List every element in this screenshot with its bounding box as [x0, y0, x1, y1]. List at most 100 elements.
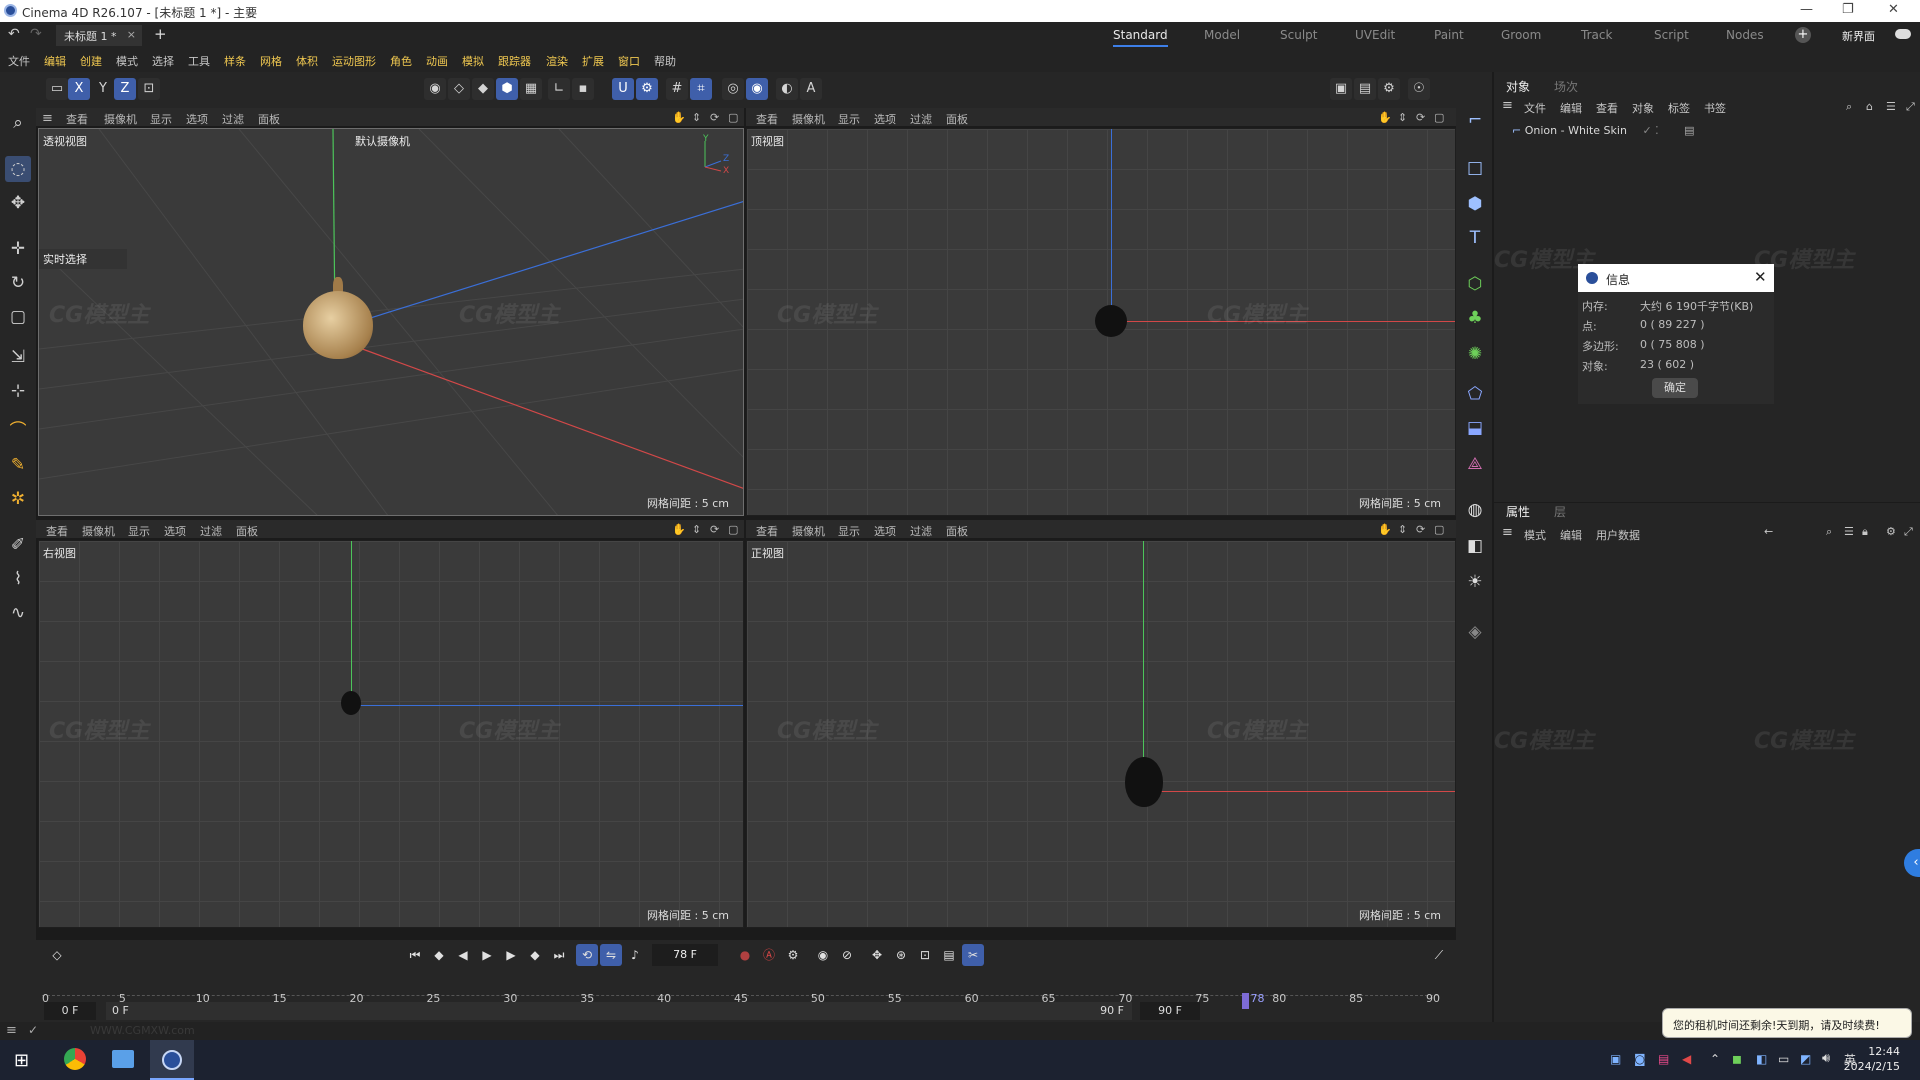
menu-create[interactable]: 创建 [80, 53, 102, 69]
menu-tools[interactable]: 工具 [188, 53, 210, 69]
edges-mode-icon[interactable]: ◇ [448, 78, 470, 100]
cloner-icon[interactable]: ♣ [1463, 306, 1487, 330]
layout-tab-paint[interactable]: Paint [1434, 28, 1464, 42]
vp3-menu-display[interactable]: 显示 [128, 523, 150, 539]
menu-window[interactable]: 窗口 [618, 53, 640, 69]
add-tab-button[interactable]: + [154, 25, 167, 43]
layout-tab-nodes[interactable]: Nodes [1726, 28, 1764, 42]
tray-app-icon[interactable]: ▣ [1610, 1052, 1621, 1066]
vp2-menu-filter[interactable]: 过滤 [910, 111, 932, 127]
onion-silhouette[interactable] [1095, 305, 1127, 337]
vp1-menu-camera[interactable]: 摄像机 [104, 111, 137, 127]
visibility-icon[interactable]: ✓ ⁚ [1642, 124, 1658, 137]
tag-icon[interactable]: ◈ [1463, 620, 1487, 644]
menu-tracker[interactable]: 跟踪器 [498, 53, 531, 69]
ok-button[interactable]: 确定 [1652, 378, 1698, 398]
expand-icon[interactable]: ⤢ [1904, 525, 1913, 539]
transfer-icon[interactable]: ⇲ [5, 344, 31, 370]
lasso-icon[interactable]: ⌒ [5, 418, 31, 444]
vp4-menu-display[interactable]: 显示 [838, 523, 860, 539]
obj-menu-view[interactable]: 查看 [1596, 100, 1618, 116]
vp4-menu-filter[interactable]: 过滤 [910, 523, 932, 539]
layout-tab-sculpt[interactable]: Sculpt [1280, 28, 1317, 42]
symmetry-icon[interactable]: ◎ [722, 78, 744, 100]
menu-file[interactable]: 文件 [8, 53, 30, 69]
layout-tab-track[interactable]: Track [1581, 28, 1612, 42]
menu-edit[interactable]: 编辑 [44, 53, 66, 69]
vp4-menu-camera[interactable]: 摄像机 [792, 523, 825, 539]
orbit-icon[interactable]: ⟳ [710, 111, 719, 124]
cube-outline-icon[interactable]: □ [1463, 156, 1487, 180]
undo-icon[interactable]: ↶ [8, 26, 20, 42]
cube-icon[interactable]: ⬢ [1463, 192, 1487, 216]
pan-icon[interactable]: ✋ [672, 523, 686, 536]
orbit-icon[interactable]: ⟳ [1416, 523, 1425, 536]
render-settings-icon[interactable]: ⚙ [1378, 78, 1400, 100]
spline-icon[interactable]: ⟁ [1463, 452, 1487, 476]
maximize-button[interactable]: ❐ [1842, 2, 1854, 17]
orbit-icon[interactable]: ⟳ [710, 523, 719, 536]
brush-icon[interactable]: ✐ [5, 532, 31, 558]
hamburger-icon[interactable]: ≡ [6, 1023, 17, 1038]
vp1-menu-panel[interactable]: 面板 [258, 111, 280, 127]
playhead[interactable] [1241, 993, 1249, 1009]
menu-help[interactable]: 帮助 [654, 53, 676, 69]
range-slider[interactable]: 0 F 90 F [106, 1002, 1132, 1020]
nvidia-icon[interactable]: ◼ [1732, 1052, 1742, 1066]
effector-icon[interactable]: ✺ [1463, 342, 1487, 366]
pan-icon[interactable]: ✋ [1378, 111, 1392, 124]
vp3-menu-filter[interactable]: 过滤 [200, 523, 222, 539]
layout-tab-script[interactable]: Script [1654, 28, 1689, 42]
vp2-menu-options[interactable]: 选项 [874, 111, 896, 127]
obj-menu-tag[interactable]: 标签 [1668, 100, 1690, 116]
maximize-view-icon[interactable]: ▢ [728, 523, 738, 536]
tab-attributes[interactable]: 属性 [1506, 503, 1530, 520]
null-object-icon[interactable]: ⌐ [1463, 108, 1487, 132]
filter-icon[interactable]: ☰ [1886, 100, 1896, 113]
chrome-icon[interactable] [64, 1048, 86, 1070]
tray-app-icon[interactable]: ◀ [1682, 1052, 1691, 1066]
spline-tools-icon[interactable]: ✲ [5, 486, 31, 512]
menu-character[interactable]: 角色 [390, 53, 412, 69]
spline-pen-icon[interactable]: ✎ [5, 452, 31, 478]
filter-icon[interactable]: ☰ [1844, 525, 1854, 538]
menu-select[interactable]: 选择 [152, 53, 174, 69]
maximize-view-icon[interactable]: ▢ [1434, 523, 1444, 536]
soft-selection-icon[interactable]: ◉ [746, 78, 768, 100]
attr-menu-edit[interactable]: 编辑 [1560, 527, 1582, 543]
attr-menu-userdata[interactable]: 用户数据 [1596, 527, 1640, 543]
coordinate-icon[interactable]: ▭ [46, 78, 68, 100]
axis-mode-icon[interactable]: ∟ [548, 78, 570, 100]
add-layout-icon[interactable]: + [1795, 27, 1811, 43]
generator-icon[interactable]: ⬡ [1463, 272, 1487, 296]
hamburger-icon[interactable]: ≡ [1502, 525, 1513, 540]
home-icon[interactable]: ⌂ [1866, 100, 1873, 113]
scale-icon[interactable]: ▢ [5, 304, 31, 330]
menu-mograph[interactable]: 运动图形 [332, 53, 376, 69]
cinema4d-taskbar-button[interactable] [150, 1040, 194, 1080]
menu-spline[interactable]: 样条 [224, 53, 246, 69]
right-viewport[interactable]: 右视图 网格间距 : 5 cm CG模型主 CG模型主 [38, 540, 744, 928]
select-tool-icon[interactable]: ✥ [5, 190, 31, 216]
grid-icon[interactable]: # [666, 78, 688, 100]
maximize-view-icon[interactable]: ▢ [728, 111, 738, 124]
auto-icon[interactable]: A [800, 78, 822, 100]
menu-render[interactable]: 渲染 [546, 53, 568, 69]
render-queue-icon[interactable]: ☉ [1408, 78, 1430, 100]
volume-icon[interactable]: 🔊︎ [1822, 1051, 1830, 1066]
windows-start-icon[interactable]: ⊞ [14, 1050, 29, 1071]
layout-tab-uvedit[interactable]: UVEdit [1355, 28, 1395, 42]
tag-icon[interactable]: ▤ [1684, 124, 1694, 137]
redo-icon[interactable]: ↷ [30, 26, 42, 42]
vp3-menu-panel[interactable]: 面板 [236, 523, 258, 539]
polygons-mode-icon[interactable]: ◆ [472, 78, 494, 100]
deformer-icon[interactable]: ⬠ [1463, 382, 1487, 406]
tray-app-icon[interactable]: ◙ [1634, 1052, 1646, 1066]
obj-menu-object[interactable]: 对象 [1632, 100, 1654, 116]
environment-icon[interactable]: ◍ [1463, 498, 1487, 522]
dolly-icon[interactable]: ⇕ [1398, 523, 1407, 536]
range-start-field[interactable]: 0 F [44, 1002, 96, 1020]
light-icon[interactable]: ☀ [1463, 570, 1487, 594]
snap-tool-icon[interactable]: ⊹ [5, 378, 31, 404]
close-icon[interactable]: ✕ [1754, 268, 1767, 286]
